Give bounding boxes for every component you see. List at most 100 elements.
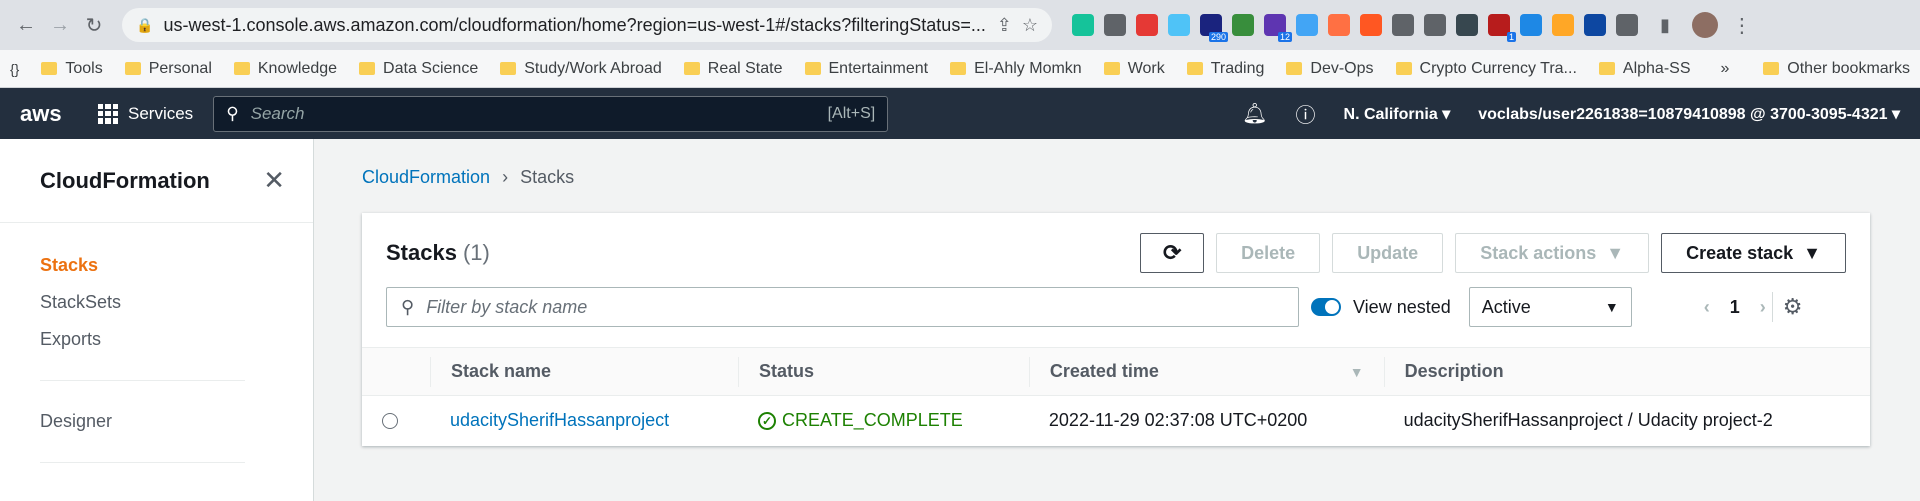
caret-down-icon: ▼ [1803,242,1821,263]
caret-down-icon: ▼ [1606,242,1625,263]
region-selector[interactable]: N. California ▾ [1344,104,1451,124]
sidebar-item-exports[interactable]: Exports [40,321,273,358]
menu-kebab-icon[interactable]: ⋮ [1732,13,1752,38]
account-menu[interactable]: voclabs/user2261838=10879410898 @ 3700-3… [1478,104,1900,124]
page-number[interactable]: 1 [1730,297,1740,318]
bookmark-label: Knowledge [257,59,338,77]
reload-icon[interactable]: ↻ [80,11,108,39]
back-icon[interactable]: ← [12,11,40,39]
apps-icon[interactable]: {} [10,61,19,77]
extension-icon-8[interactable] [1296,14,1318,36]
forward-icon[interactable]: → [46,11,74,39]
address-bar[interactable]: 🔒 us-west-1.console.aws.amazon.com/cloud… [122,8,1052,42]
aws-logo[interactable]: aws [20,101,78,127]
row-select-radio[interactable] [382,412,398,429]
sidenav-title: CloudFormation [40,167,210,193]
search-icon: ⚲ [401,296,415,317]
stack-actions-button[interactable]: Stack actions ▼ [1455,233,1650,273]
extension-icon-2[interactable] [1104,14,1126,36]
stack-actions-label: Stack actions [1480,242,1597,263]
next-page-icon[interactable]: › [1760,297,1766,318]
services-menu[interactable]: Services [98,103,194,124]
bookmark-label: Tools [65,59,103,77]
description-cell: udacitySherifHassanproject / Udacity pro… [1403,410,1773,431]
table-row[interactable]: udacitySherifHassanproject ✓ CREATE_COMPL… [362,396,1870,446]
column-header-stack-name: Stack name [430,347,739,396]
bookmark-folder[interactable]: Real State [683,60,783,78]
delete-button[interactable]: Delete [1216,233,1321,273]
bookmark-folder[interactable]: Trading [1186,60,1264,78]
other-bookmarks[interactable]: Other bookmarks [1763,60,1910,78]
close-icon[interactable]: ✕ [263,165,285,196]
extension-icon-4[interactable] [1168,14,1190,36]
search-shortcut: [Alt+S] [827,104,876,122]
column-header-created-time[interactable]: Created time ▼ [1028,347,1384,396]
bookmark-folder[interactable]: Crypto Currency Tra... [1395,60,1577,78]
extension-icon-3[interactable] [1136,14,1158,36]
status-filter-select[interactable]: Active ▼ [1468,287,1632,327]
extension-badge: 1 [1506,32,1516,42]
nav-divider [40,462,245,463]
extension-icon-12[interactable] [1424,14,1446,36]
extension-icon-7[interactable]: 12 [1264,14,1292,42]
panel-title: Stacks (1) [386,240,490,265]
bookmark-folder[interactable]: Dev-Ops [1286,60,1374,78]
bookmark-folder[interactable]: Study/Work Abroad [500,60,662,78]
extension-icon-5[interactable]: 290 [1200,14,1228,42]
bookmark-folder[interactable]: Personal [124,60,212,78]
share-icon[interactable]: ⇪ [997,15,1012,36]
grammarly-icon[interactable] [1072,14,1094,36]
bookmark-label: Entertainment [828,59,929,77]
url-text: us-west-1.console.aws.amazon.com/cloudfo… [163,14,986,35]
sidebar-icon[interactable]: ▮ [1660,15,1670,36]
check-circle-icon: ✓ [758,411,777,430]
gear-icon[interactable]: ⚙ [1783,294,1803,320]
prev-page-icon[interactable]: ‹ [1704,297,1710,318]
bookmark-folder[interactable]: Entertainment [804,59,929,78]
extension-icon-15[interactable] [1520,14,1542,36]
stack-filter-input[interactable]: ⚲ Filter by stack name [386,287,1299,327]
extension-icon-6[interactable] [1232,14,1254,36]
create-stack-button[interactable]: Create stack ▼ [1661,233,1846,273]
folder-icon [359,62,376,75]
search-icon: ⚲ [226,103,239,123]
extension-icon-17[interactable] [1584,14,1606,36]
bookmark-folder[interactable]: Knowledge [233,59,338,78]
extension-icon-14[interactable]: 1 [1488,14,1516,42]
divider [1771,292,1773,322]
bookmark-folder[interactable]: Work [1103,60,1165,78]
grid-icon [98,103,118,124]
view-nested-toggle[interactable] [1311,298,1341,316]
sidebar-item-stacks[interactable]: Stacks [40,247,273,284]
breadcrumb-cloudformation[interactable]: CloudFormation [362,167,490,188]
extension-icon-11[interactable] [1392,14,1414,36]
bookmark-folder[interactable]: Tools [41,59,103,78]
puzzle-icon[interactable] [1616,14,1638,36]
services-label: Services [128,103,194,123]
refresh-button[interactable]: ⟳ [1140,233,1205,273]
bookmark-folder[interactable]: El-Ahly Momkn [950,60,1082,78]
bookmark-folder[interactable]: Alpha-SS [1598,60,1690,78]
sidebar-item-designer[interactable]: Designer [40,403,273,440]
filter-placeholder: Filter by stack name [426,296,588,317]
bookmarks-overflow[interactable]: » [1720,60,1729,78]
sort-desc-icon[interactable]: ▼ [1350,364,1364,380]
update-button[interactable]: Update [1332,233,1444,273]
extension-icon-9[interactable] [1328,14,1350,36]
stack-name-link[interactable]: udacitySherifHassanproject [450,410,669,430]
extension-icon-13[interactable] [1456,14,1478,36]
bell-icon[interactable]: 🔔︎ [1242,101,1267,126]
profile-avatar[interactable] [1691,12,1718,38]
sidebar-item-stacksets[interactable]: StackSets [40,284,273,321]
bookmark-folder[interactable]: Data Science [359,60,478,78]
folder-icon [41,62,58,75]
folder-icon [683,62,700,75]
extension-icon-10[interactable] [1360,14,1382,36]
folder-icon [233,62,250,75]
extension-icon-16[interactable] [1552,14,1574,36]
aws-top-nav: aws Services ⚲ Search [Alt+S] 🔔︎ ⓘ N. Ca… [0,88,1920,139]
star-icon[interactable]: ☆ [1022,15,1038,36]
help-icon[interactable]: ⓘ [1296,99,1316,128]
folder-icon [124,62,141,75]
aws-search-input[interactable]: ⚲ Search [Alt+S] [213,95,889,132]
